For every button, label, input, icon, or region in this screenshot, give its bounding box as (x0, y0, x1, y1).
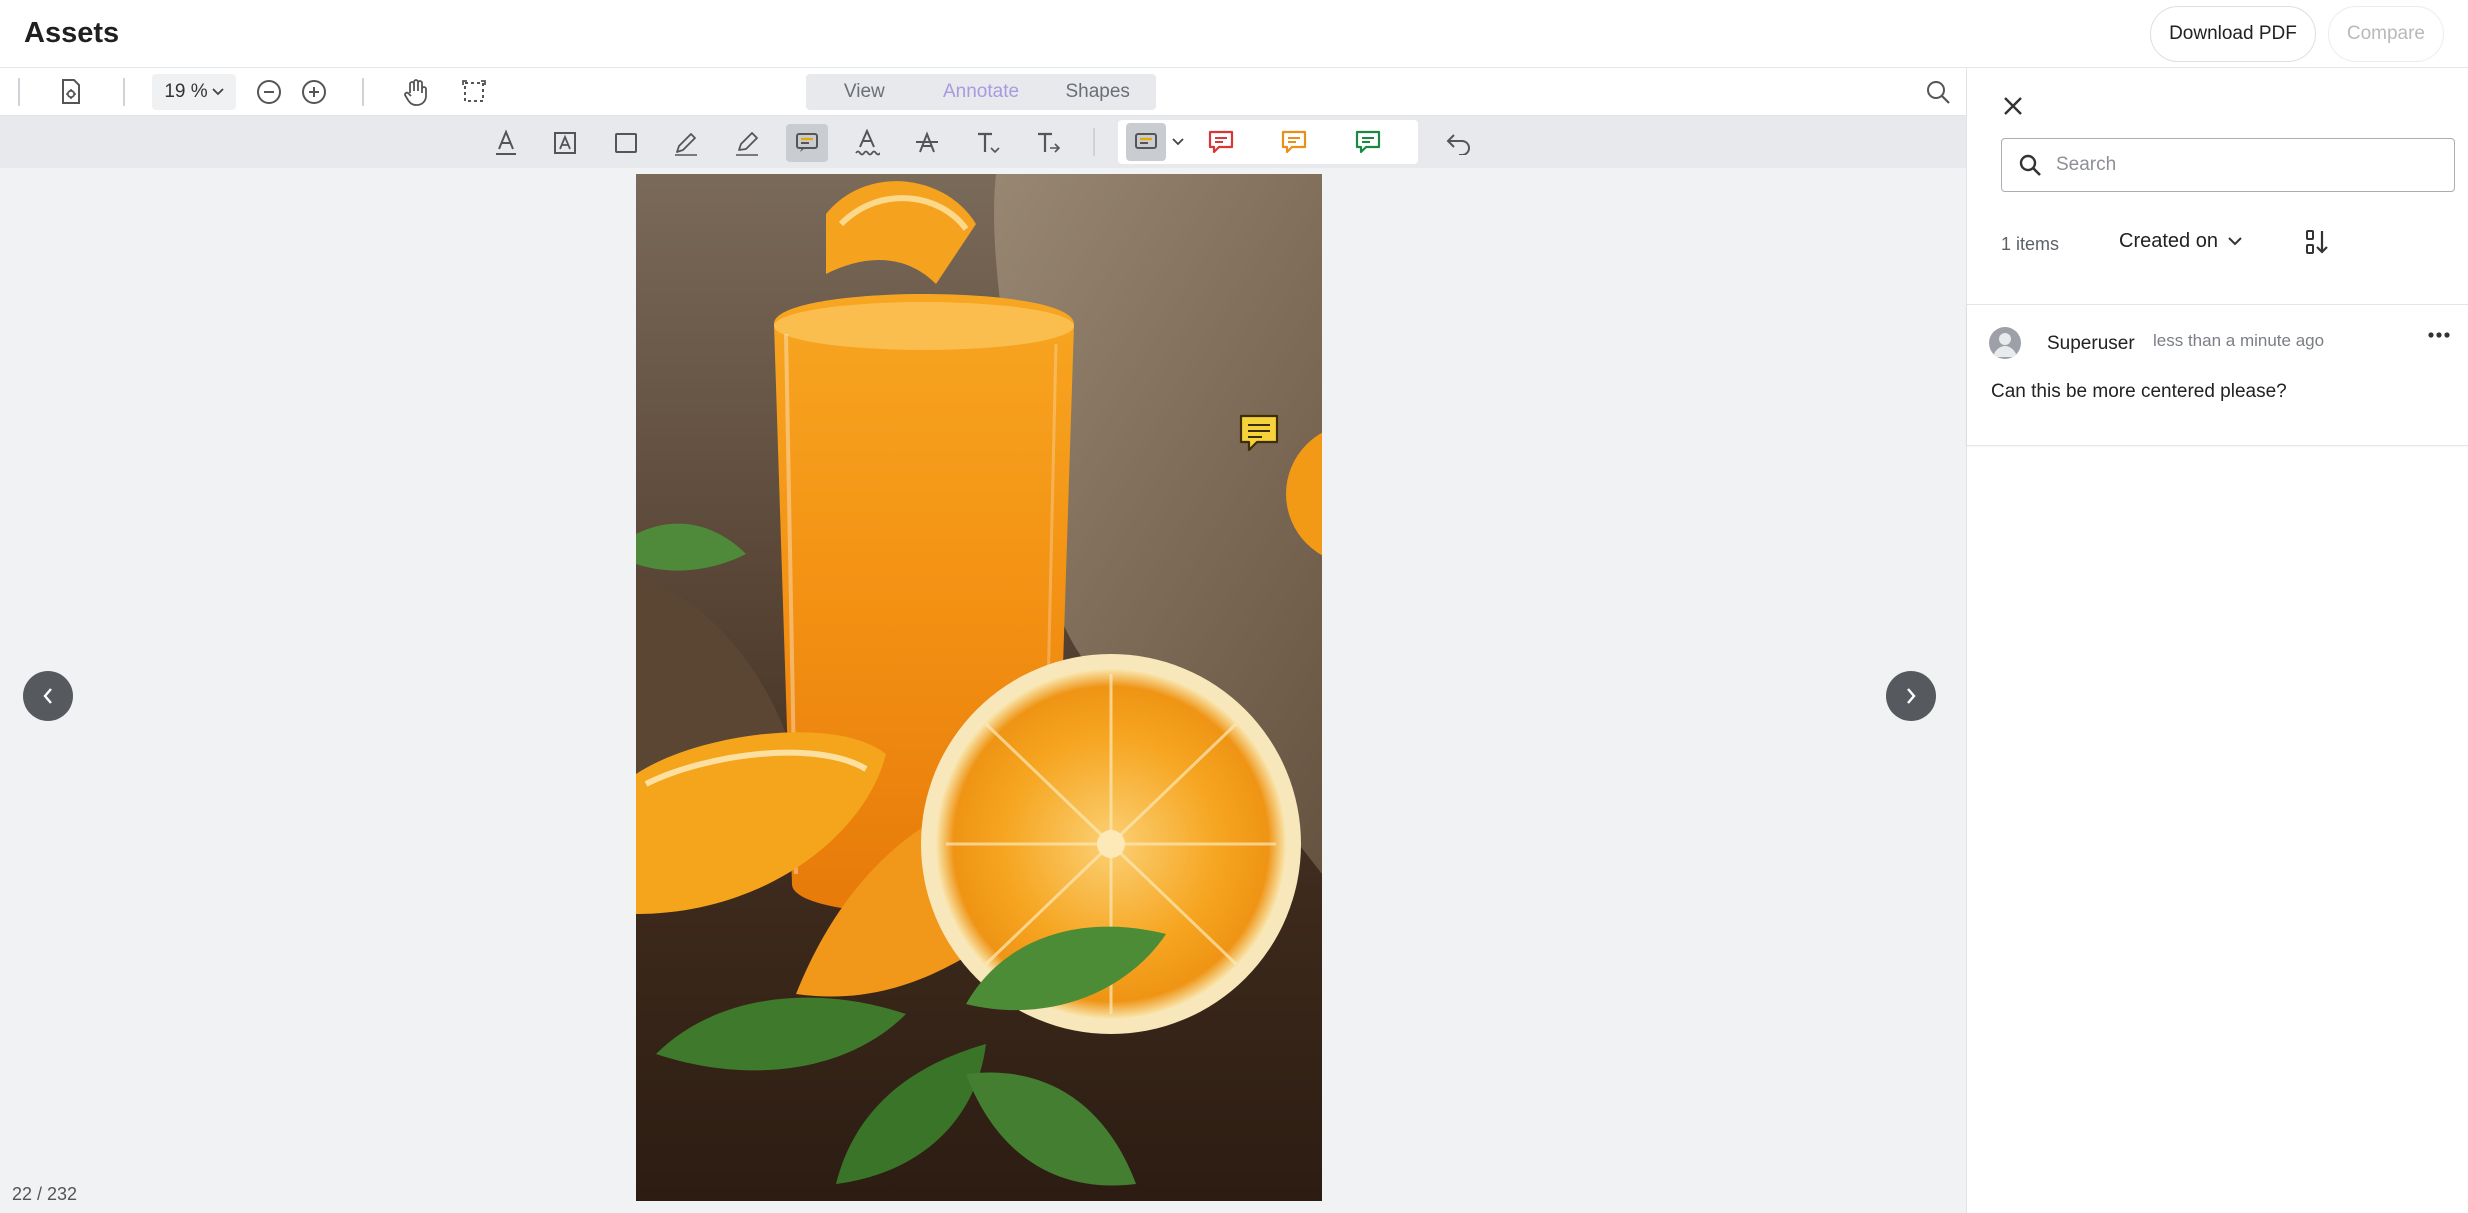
toolbar-divider (1093, 128, 1095, 156)
avatar (1989, 327, 2021, 359)
sort-by-label: Created on (2119, 230, 2218, 252)
chevron-down-icon (212, 88, 224, 96)
highlighter-icon[interactable] (726, 124, 768, 162)
document-viewer: 19 % View Annotate Shapes 22 / 232 (0, 68, 1966, 1213)
next-page-button[interactable] (1886, 671, 1936, 721)
tab-view[interactable]: View (806, 74, 923, 110)
header-actions: Download PDF Compare (2150, 5, 2444, 62)
marquee-select-icon[interactable] (456, 74, 492, 110)
more-options-icon[interactable] (2427, 331, 2451, 339)
app-header: Assets Download PDF Compare (0, 0, 2468, 68)
main-toolbar: 19 % View Annotate Shapes (0, 68, 1966, 116)
search-input[interactable] (2056, 154, 2436, 176)
note-color-group (1118, 120, 1418, 164)
toolbar-divider (362, 78, 364, 106)
annotation-toolbar (0, 116, 1966, 168)
comments-panel: 1 items Created on Superuser less than a… (1966, 68, 2468, 1213)
sort-order-icon[interactable] (2305, 228, 2331, 256)
items-count: 1 items (2001, 234, 2060, 254)
page-settings-icon[interactable] (53, 74, 89, 110)
undo-icon[interactable] (1438, 124, 1480, 162)
page-counter: 22 / 232 (12, 1184, 78, 1204)
sort-by-select[interactable]: Created on (2119, 230, 2242, 253)
squiggly-underline-icon[interactable] (846, 124, 888, 162)
chevron-left-icon (41, 686, 55, 706)
strikeout-icon[interactable] (906, 124, 948, 162)
zoom-value: 19 % (164, 81, 208, 102)
download-pdf-button[interactable]: Download PDF (2150, 5, 2316, 62)
close-panel-button[interactable] (1995, 88, 2031, 124)
previous-page-button[interactable] (23, 671, 73, 721)
toolbar-divider (18, 78, 20, 106)
toolbar-divider (123, 78, 125, 106)
mode-tabs: View Annotate Shapes (806, 74, 1156, 110)
tab-shapes[interactable]: Shapes (1039, 74, 1156, 110)
document-page-image[interactable] (636, 174, 1322, 1201)
search-icon (2018, 153, 2042, 177)
close-icon (2002, 95, 2024, 117)
pen-icon[interactable] (665, 124, 707, 162)
comments-search-field[interactable] (2001, 138, 2455, 192)
comment-timestamp: less than a minute ago (2153, 331, 2325, 350)
chevron-down-icon (2228, 237, 2242, 246)
pan-hand-icon[interactable] (398, 74, 434, 110)
compare-button[interactable]: Compare (2327, 5, 2444, 62)
zoom-select[interactable]: 19 % (152, 74, 236, 110)
list-controls: 1 items Created on (2001, 228, 2455, 260)
sticky-note-icon[interactable] (786, 124, 828, 162)
chevron-down-icon[interactable] (1172, 138, 1184, 146)
zoom-in-icon[interactable] (296, 74, 332, 110)
page-title: Assets (24, 17, 120, 49)
text-box-icon[interactable] (545, 124, 587, 162)
comment-author: Superuser (2047, 333, 2135, 354)
comment-item[interactable]: Superuser less than a minute ago Can thi… (1967, 304, 2468, 446)
orange-comment-icon[interactable] (1273, 123, 1315, 161)
note-style-dropdown[interactable] (1126, 123, 1166, 161)
search-icon[interactable] (1920, 74, 1956, 110)
rectangle-icon[interactable] (605, 124, 647, 162)
green-comment-icon[interactable] (1347, 123, 1389, 161)
tab-annotate[interactable]: Annotate (923, 74, 1040, 110)
red-comment-icon[interactable] (1200, 123, 1242, 161)
chevron-right-icon (1904, 686, 1918, 706)
comment-body: Can this be more centered please? (1991, 381, 2287, 402)
replace-text-icon[interactable] (1027, 124, 1069, 162)
oranges-juice-photo (636, 174, 1322, 1201)
insert-text-icon[interactable] (967, 124, 1009, 162)
zoom-out-icon[interactable] (251, 74, 287, 110)
text-color-icon[interactable] (485, 124, 527, 162)
